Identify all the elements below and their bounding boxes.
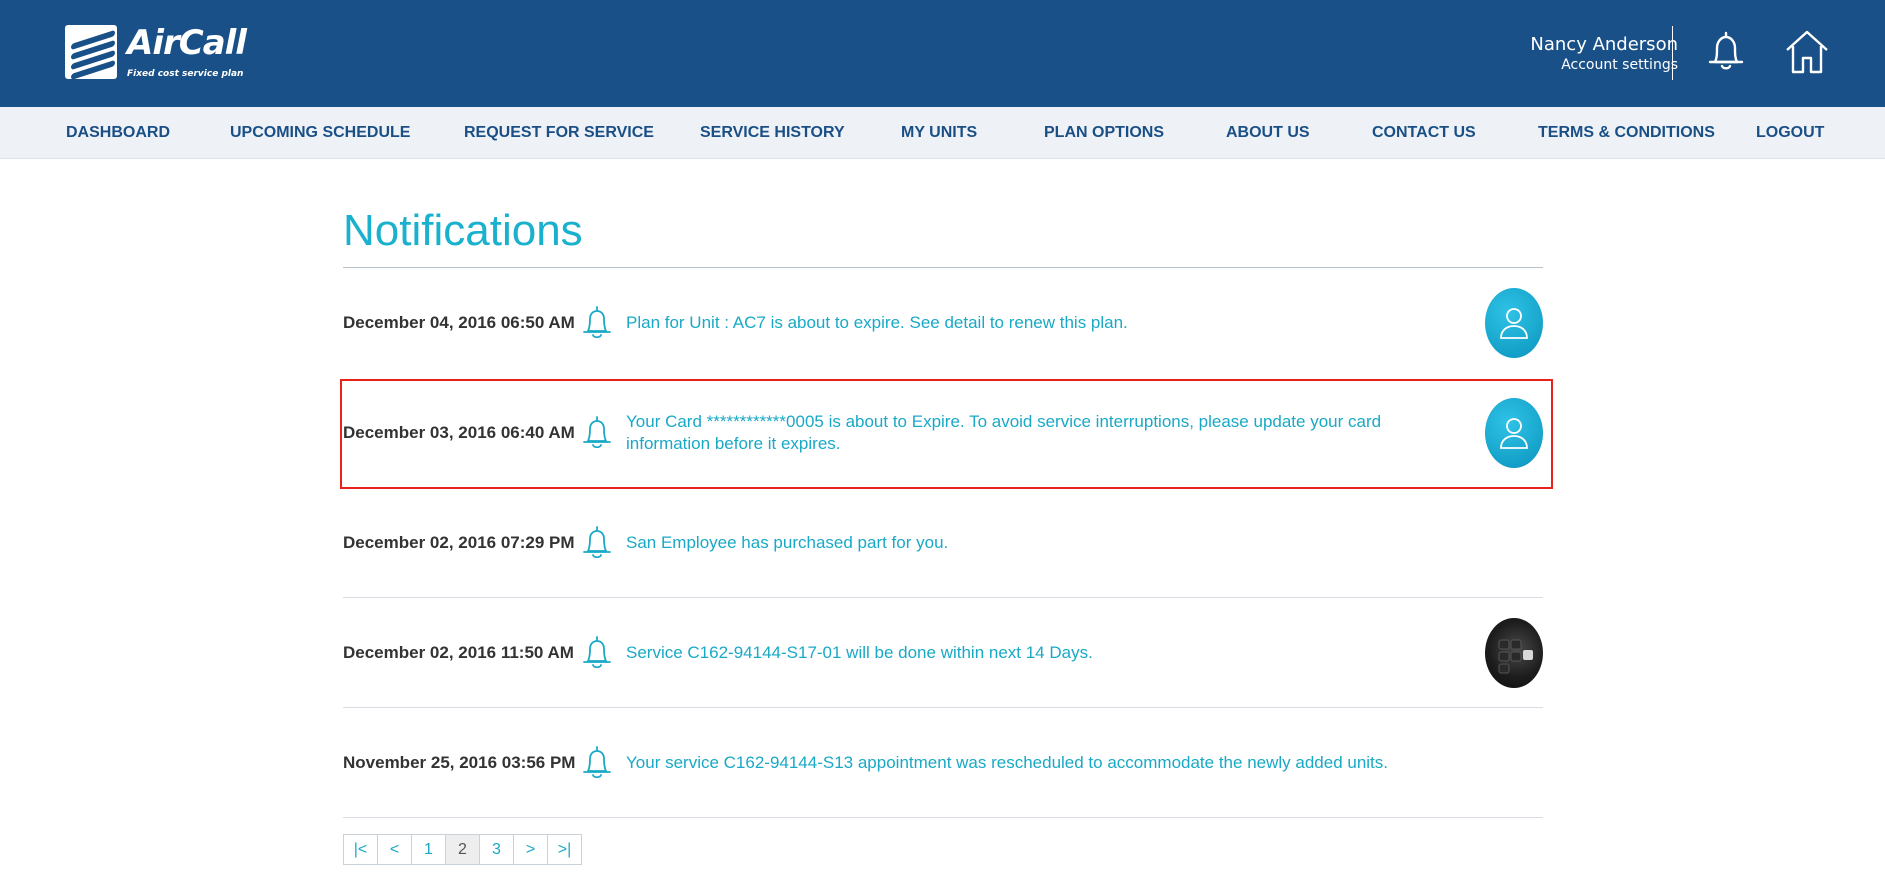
page-button-1[interactable]: 1 — [411, 834, 446, 865]
account-settings-link[interactable]: Account settings — [1530, 56, 1678, 74]
notification-row[interactable]: December 02, 2016 07:29 PM San Employee … — [343, 488, 1543, 598]
user-avatar-icon[interactable] — [1485, 398, 1543, 468]
user-block: Nancy Anderson Account settings — [1530, 34, 1678, 74]
home-icon[interactable] — [1783, 28, 1831, 76]
notification-message[interactable]: Your service C162-94144-S13 appointment … — [626, 708, 1446, 817]
notification-message[interactable]: Plan for Unit : AC7 is about to expire. … — [626, 268, 1446, 378]
bell-icon — [580, 415, 614, 451]
page-button-2[interactable]: 2 — [445, 834, 480, 865]
user-name: Nancy Anderson — [1530, 34, 1678, 55]
nav-my-units[interactable]: MY UNITS — [901, 107, 977, 159]
nav-terms-conditions[interactable]: TERMS & CONDITIONS — [1538, 107, 1715, 159]
header-divider — [1672, 26, 1673, 80]
notification-date: December 03, 2016 06:40 AM — [343, 423, 575, 442]
notification-date: December 02, 2016 11:50 AM — [343, 642, 574, 662]
notification-row[interactable]: December 04, 2016 06:50 AM Plan for Unit… — [343, 268, 1543, 378]
next-page-button[interactable]: > — [513, 834, 548, 865]
bell-icon — [580, 525, 614, 561]
logo-wordmark: AirCall — [127, 23, 247, 63]
notification-list: December 04, 2016 06:50 AM Plan for Unit… — [343, 268, 1543, 818]
bell-icon[interactable] — [1702, 28, 1750, 76]
nav-about-us[interactable]: ABOUT US — [1226, 107, 1310, 159]
page-button-3[interactable]: 3 — [479, 834, 514, 865]
page-title: Notifications — [343, 206, 583, 255]
last-page-button[interactable]: >| — [547, 834, 582, 865]
previous-page-button[interactable]: < — [377, 834, 412, 865]
top-header: AirCall Fixed cost service plan Nancy An… — [0, 0, 1885, 107]
logo-tagline: Fixed cost service plan — [127, 69, 244, 79]
nav-contact-us[interactable]: CONTACT US — [1372, 107, 1476, 159]
notification-date: December 02, 2016 07:29 PM — [343, 532, 575, 552]
main-nav: DASHBOARD UPCOMING SCHEDULE REQUEST FOR … — [0, 107, 1885, 159]
bell-icon — [580, 305, 614, 341]
notification-date: November 25, 2016 03:56 PM — [343, 752, 576, 772]
photo-avatar[interactable] — [1485, 617, 1543, 688]
aircall-logo[interactable]: AirCall Fixed cost service plan — [65, 23, 247, 85]
user-avatar-icon[interactable] — [1485, 288, 1543, 358]
notification-message[interactable]: Your Card ************0005 is about to E… — [626, 378, 1446, 488]
nav-upcoming-schedule[interactable]: UPCOMING SCHEDULE — [230, 107, 410, 159]
bell-icon — [580, 745, 614, 781]
notification-row[interactable]: December 03, 2016 06:40 AM Your Card ***… — [343, 378, 1543, 488]
nav-request-for-service[interactable]: REQUEST FOR SERVICE — [464, 107, 654, 159]
first-page-button[interactable]: |< — [343, 834, 378, 865]
notification-message[interactable]: San Employee has purchased part for you. — [626, 488, 1446, 597]
notification-date: December 04, 2016 06:50 AM — [343, 313, 575, 332]
nav-logout[interactable]: LOGOUT — [1756, 107, 1824, 159]
notification-row[interactable]: November 25, 2016 03:56 PM Your service … — [343, 708, 1543, 818]
nav-dashboard[interactable]: DASHBOARD — [66, 107, 170, 159]
nav-service-history[interactable]: SERVICE HISTORY — [700, 107, 845, 159]
pagination: |< < 1 2 3 > >| — [343, 834, 582, 865]
logo-mark-icon — [65, 25, 117, 79]
bell-icon — [580, 635, 614, 671]
nav-plan-options[interactable]: PLAN OPTIONS — [1044, 107, 1164, 159]
notification-row[interactable]: December 02, 2016 11:50 AM Service C162-… — [343, 598, 1543, 708]
notification-message[interactable]: Service C162-94144-S17-01 will be done w… — [626, 598, 1446, 707]
